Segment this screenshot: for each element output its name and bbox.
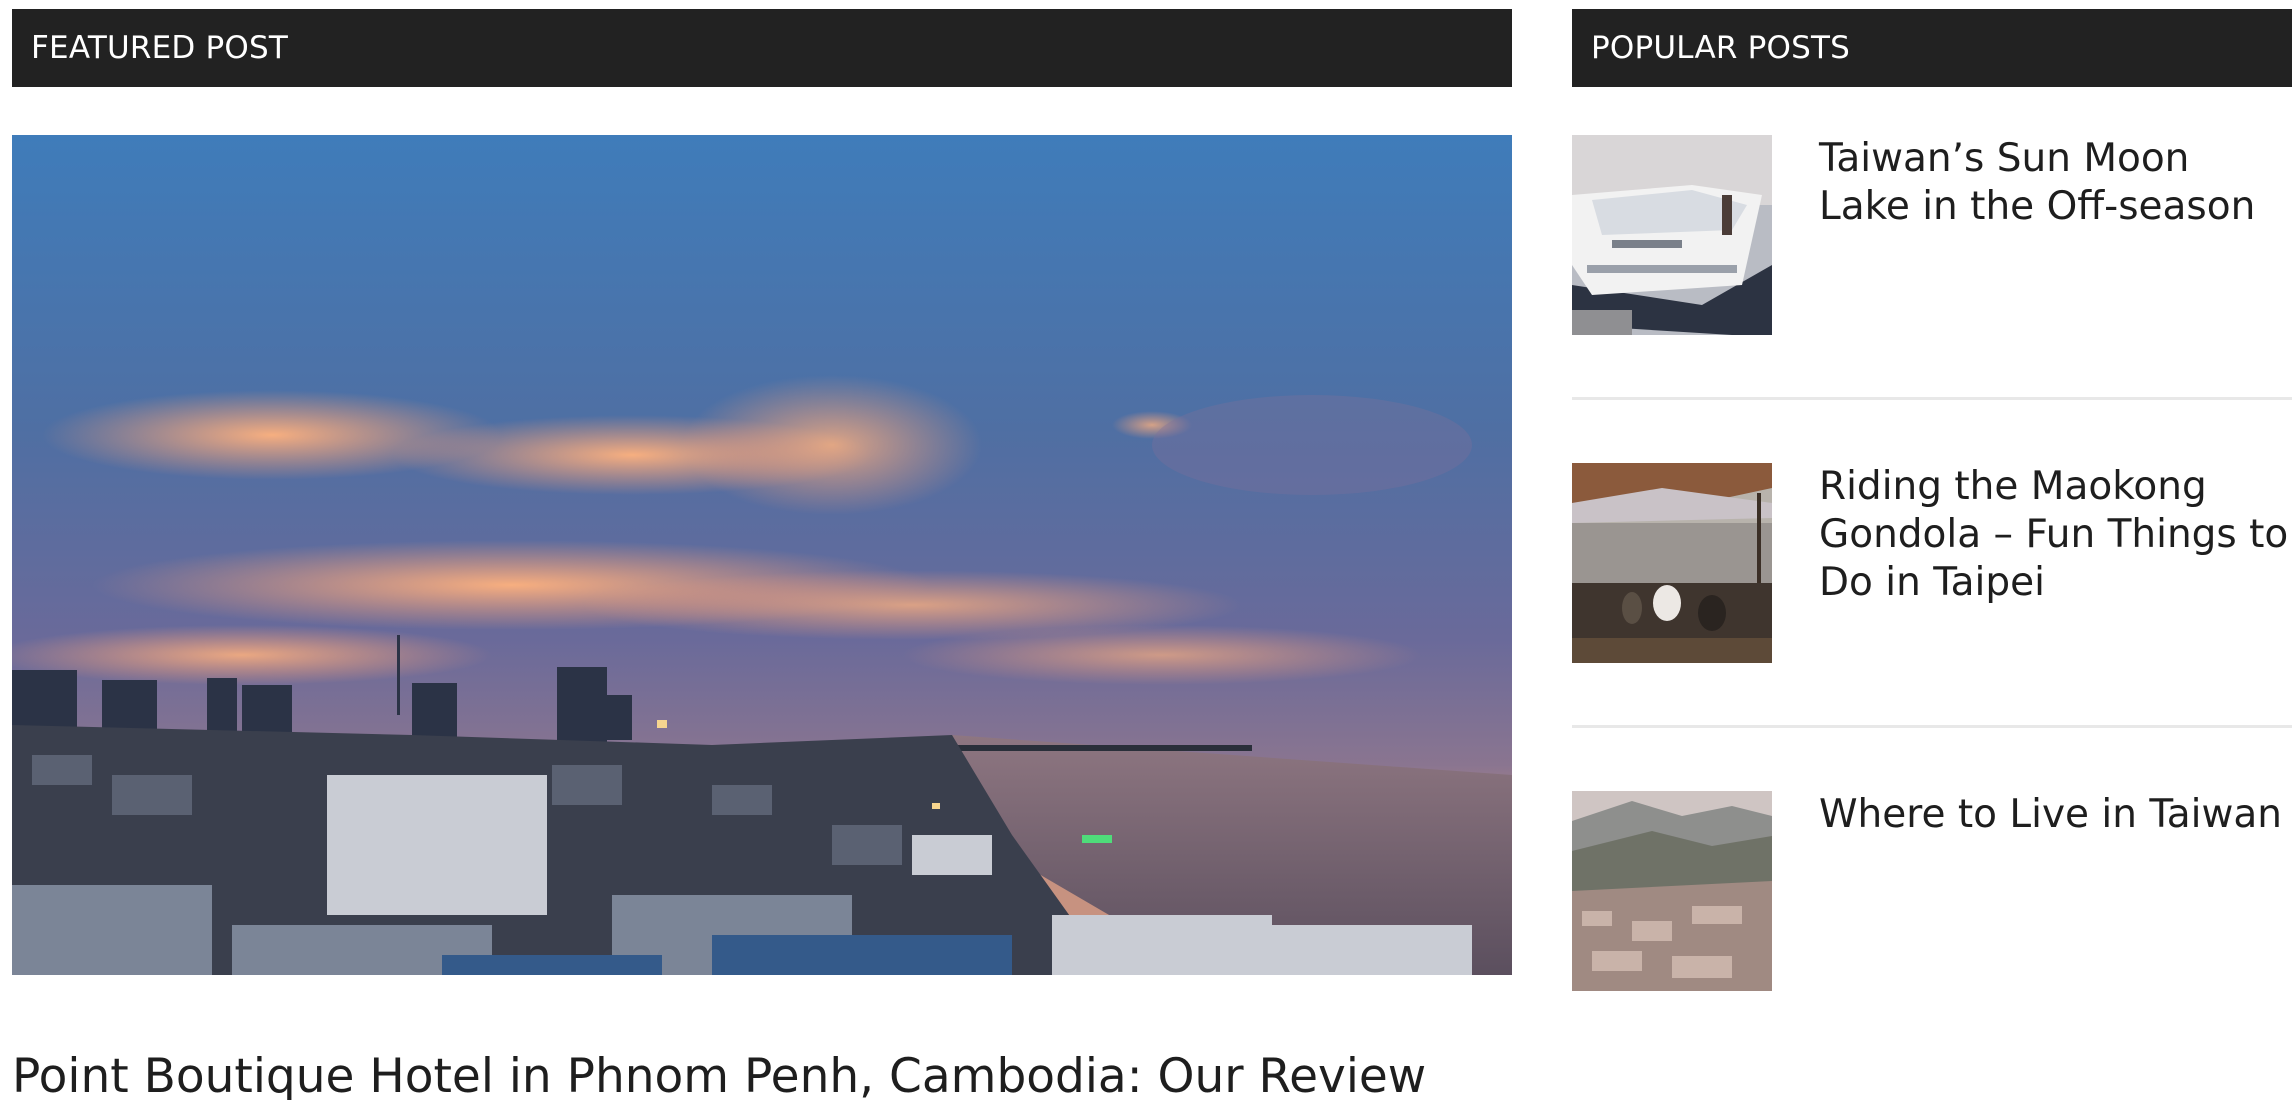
featured-post-title[interactable]: Point Boutique Hotel in Phnom Penh, Camb…	[12, 1047, 1426, 1100]
popular-post-item: Where to Live in Taiwan	[1572, 791, 2292, 991]
featured-post-section: FEATURED POST Point Boutique Hotel in Ph…	[12, 9, 1512, 1100]
popular-posts-heading: POPULAR POSTS	[1572, 9, 2292, 87]
popular-post-title[interactable]: Riding the Maokong Gondola – Fun Things …	[1819, 463, 2289, 607]
popular-post-thumbnail[interactable]	[1572, 791, 1772, 991]
popular-posts-section: POPULAR POSTS Taiwan’s Sun Moon Lake in …	[1572, 9, 2292, 991]
featured-post-heading: FEATURED POST	[12, 9, 1512, 87]
popular-post-divider	[1572, 397, 2292, 400]
popular-post-thumbnail[interactable]	[1572, 135, 1772, 335]
popular-post-thumbnail[interactable]	[1572, 463, 1772, 663]
popular-post-divider	[1572, 725, 2292, 728]
popular-post-title[interactable]: Where to Live in Taiwan	[1819, 791, 2289, 839]
popular-post-item: Taiwan’s Sun Moon Lake in the Off-season	[1572, 135, 2292, 335]
featured-post-image[interactable]	[12, 135, 1512, 975]
popular-post-item: Riding the Maokong Gondola – Fun Things …	[1572, 463, 2292, 663]
popular-post-title[interactable]: Taiwan’s Sun Moon Lake in the Off-season	[1819, 135, 2289, 231]
page: FEATURED POST Point Boutique Hotel in Ph…	[0, 0, 2292, 1100]
